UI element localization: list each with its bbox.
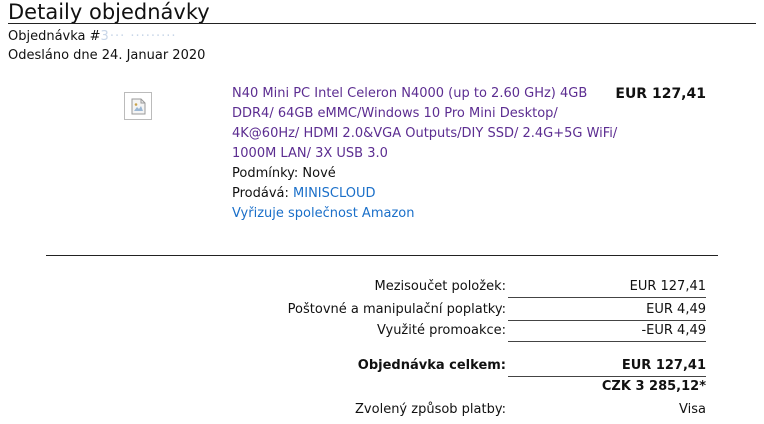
promo-row: Využité promoakce: -EUR 4,49	[0, 321, 764, 341]
broken-image-icon	[131, 98, 146, 115]
item-seller: Prodává: MINISCLOUD	[232, 184, 376, 204]
payment-value: Visa	[679, 402, 706, 417]
shipping-value: EUR 4,49	[646, 302, 706, 317]
total-value: EUR 127,41	[621, 358, 706, 373]
seller-link[interactable]: MINISCLOUD	[293, 186, 375, 201]
promo-label: Využité promoakce:	[376, 323, 506, 338]
item-price: EUR 127,41	[615, 86, 706, 102]
subtotal-row: Mezisoučet položek: EUR 127,41	[0, 277, 764, 297]
total-czk-row: CZK 3 285,12*	[0, 377, 764, 397]
product-image[interactable]	[124, 92, 152, 120]
subtotal-value: EUR 127,41	[629, 279, 706, 294]
subtotal-label: Mezisoučet položek:	[374, 279, 507, 294]
product-title-link[interactable]: N40 Mini PC Intel Celeron N4000 (up to 2…	[232, 84, 618, 164]
order-sent-date: Odesláno dne 24. Januar 2020	[8, 48, 206, 63]
promo-rule	[508, 341, 706, 342]
shipping-label: Poštovné a manipulační poplatky:	[287, 302, 506, 317]
order-number-label: Objednávka #	[8, 29, 101, 44]
total-czk-value: CZK 3 285,12*	[601, 379, 706, 394]
seller-label: Prodává:	[232, 186, 294, 201]
order-number: Objednávka #3··· ·········	[8, 29, 177, 45]
title-divider	[8, 23, 756, 24]
item-condition: Podmínky: Nové	[232, 166, 336, 181]
fulfilled-by-link[interactable]: Vyřizuje společnost Amazon	[232, 204, 414, 224]
payment-label: Zvolený způsob platby:	[355, 402, 506, 417]
total-label: Objednávka celkem:	[357, 358, 506, 373]
order-number-redacted: 3··· ·········	[100, 29, 177, 44]
total-row: Objednávka celkem: EUR 127,41	[0, 356, 764, 376]
shipping-row: Poštovné a manipulační poplatky: EUR 4,4…	[0, 300, 764, 320]
page-title: Detaily objednávky	[8, 0, 210, 24]
subtotal-rule	[508, 297, 706, 298]
payment-row: Zvolený způsob platby: Visa	[0, 400, 764, 420]
promo-value: -EUR 4,49	[641, 323, 706, 338]
section-divider	[46, 255, 718, 256]
